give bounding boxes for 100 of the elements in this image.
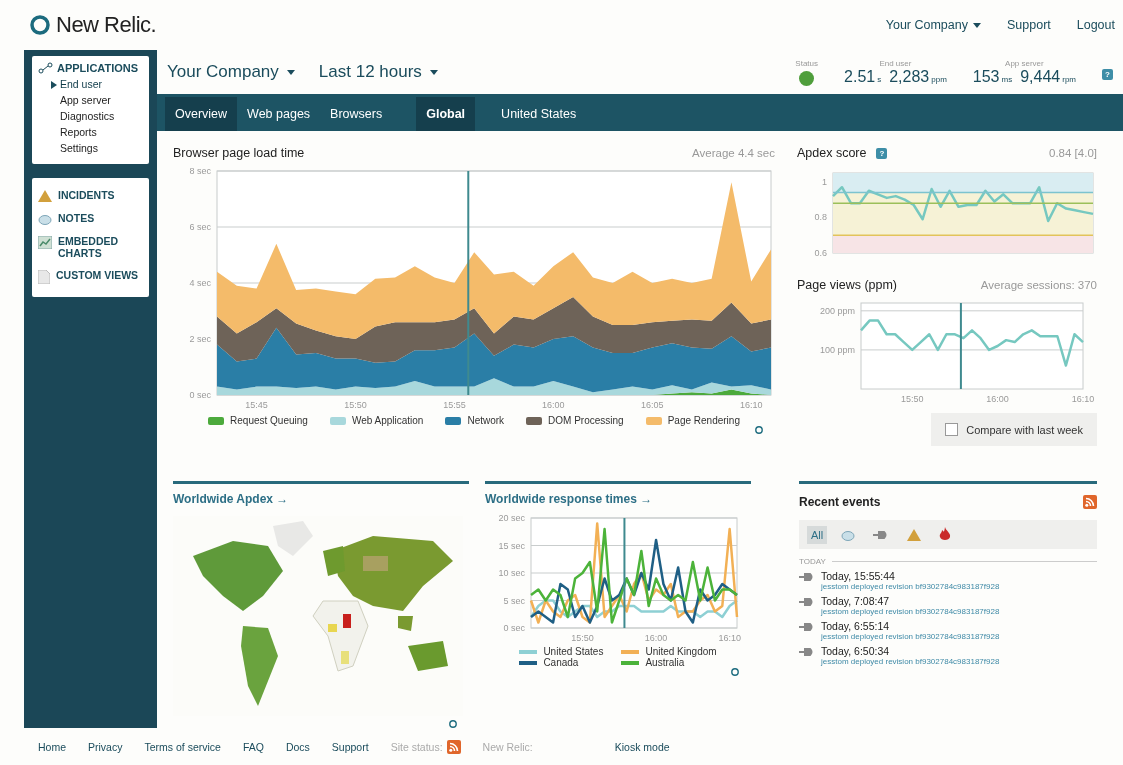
apdex-value: 0.84 [4.0]	[1049, 147, 1097, 159]
axis-label: 8 sec	[189, 166, 211, 176]
help-icon[interactable]: ?	[876, 147, 888, 159]
panel-title: Browser page load time	[173, 146, 305, 160]
axis-label: 0 sec	[189, 390, 211, 400]
axis-label: 200 ppm	[819, 305, 855, 316]
deploy-icon	[799, 623, 815, 631]
warning-triangle-icon	[38, 190, 52, 202]
panel-title: Apdex score	[797, 146, 867, 160]
nav-item[interactable]: INCIDENTS	[58, 189, 115, 201]
nav-item[interactable]: Settings	[38, 140, 143, 156]
axis-label: 15:50	[571, 633, 594, 643]
header-link[interactable]: Logout	[1076, 18, 1115, 32]
nav-item[interactable]: Diagnostics	[38, 108, 143, 124]
axis-label: 6 sec	[189, 222, 211, 232]
axis-label: 100 ppm	[819, 344, 855, 355]
axis-label: 0.6	[814, 248, 827, 258]
group-label: TODAY	[799, 557, 826, 566]
axis-label: 0 sec	[503, 623, 525, 633]
stat-value: 2,283	[889, 67, 930, 85]
nav-item[interactable]: NOTES	[58, 212, 95, 224]
status-icon	[799, 70, 815, 86]
footer-link[interactable]: FAQ	[242, 740, 264, 753]
footer-link[interactable]: Privacy	[88, 740, 123, 753]
applications-icon	[38, 62, 54, 74]
logo-icon	[30, 15, 50, 35]
nav-item[interactable]: EMBEDDED CHARTS	[58, 235, 143, 259]
footer-link[interactable]: Terms of service	[144, 740, 221, 753]
legend-label: United States	[543, 646, 604, 657]
panel-title: Page views (ppm)	[797, 278, 898, 292]
footer-link[interactable]: Docs	[285, 740, 310, 753]
panel-link[interactable]: Worldwide response times →	[485, 492, 751, 506]
legend-label: Web Application	[351, 415, 424, 426]
axis-label: 5 sec	[503, 595, 525, 606]
stat-label: App server	[1005, 58, 1044, 68]
axis-label: 15:50	[344, 400, 367, 410]
compare-checkbox[interactable]: Compare with last week	[931, 413, 1097, 446]
axis-label: 15:55	[443, 400, 466, 410]
tab[interactable]: Web pages	[237, 97, 321, 131]
legend-label: DOM Processing	[548, 415, 624, 426]
flame-icon	[939, 527, 952, 542]
footer-link[interactable]: Kiosk mode	[614, 740, 670, 753]
legend-label: United Kingdom	[645, 646, 717, 657]
axis-label: 0.8	[814, 212, 827, 223]
deploy-icon	[799, 598, 815, 606]
footer-link[interactable]: Home	[38, 740, 66, 753]
account-menu[interactable]: Your Company	[885, 18, 981, 32]
footer-link[interactable]: Support	[331, 740, 369, 753]
event-time: Today, 6:55:14	[821, 620, 891, 632]
rss-icon[interactable]	[1083, 495, 1097, 509]
axis-label: 16:00	[542, 400, 565, 410]
cloud-icon	[38, 213, 52, 225]
legend-label: Page Rendering	[667, 415, 740, 426]
average-label: Average 4.4 sec	[692, 147, 775, 159]
checkbox[interactable]	[945, 423, 959, 436]
site-status-label: Site status:	[390, 740, 443, 753]
nav-item[interactable]: App server	[38, 92, 143, 108]
nav-item[interactable]: End user	[38, 76, 143, 92]
warning-triangle-icon	[907, 528, 922, 541]
rss-icon[interactable]	[446, 739, 461, 754]
time-range-dropdown[interactable]: Last 12 hours	[318, 62, 438, 82]
help-icon[interactable]: ?	[1102, 68, 1113, 80]
filter-button[interactable]: All	[807, 525, 828, 544]
region-tab[interactable]: United States	[491, 97, 587, 131]
section-title: APPLICATIONS	[57, 62, 139, 74]
average-label: Average sessions: 370	[980, 279, 1097, 291]
axis-label: 15:45	[245, 400, 268, 410]
stat-unit: rpm	[1062, 74, 1076, 84]
caret-icon	[973, 22, 981, 28]
deploy-icon	[799, 573, 815, 581]
axis-label: 10 sec	[498, 568, 525, 578]
stat-value: 2.51	[844, 67, 876, 85]
axis-label: 15:50	[900, 394, 924, 404]
cloud-icon	[841, 528, 856, 541]
legend-label: Request Queuing	[230, 415, 308, 426]
axis-label: 1	[822, 176, 827, 187]
header-link[interactable]: Support	[1007, 18, 1051, 32]
region-tab[interactable]: Global	[416, 97, 476, 131]
event-link[interactable]: jesstom deployed revision bf9302784c983187f928	[821, 657, 1000, 666]
stat-label: Status	[795, 58, 819, 68]
axis-label: 4 sec	[189, 278, 211, 288]
axis-label: 15 sec	[498, 540, 525, 551]
document-icon	[38, 270, 50, 284]
event-link[interactable]: jesstom deployed revision bf9302784c983187f928	[821, 632, 1000, 641]
legend-label: Australia	[645, 657, 685, 668]
axis-label: 2 sec	[189, 334, 211, 344]
nav-item[interactable]: CUSTOM VIEWS	[56, 269, 139, 281]
axis-label: 16:05	[641, 400, 664, 410]
logo-icon	[449, 720, 457, 728]
tab[interactable]: Browsers	[320, 97, 393, 131]
event-link[interactable]: jesstom deployed revision bf9302784c983187f928	[821, 582, 1000, 591]
deploy-icon	[799, 648, 815, 656]
logo-icon	[755, 426, 763, 434]
tab[interactable]: Overview	[165, 97, 238, 131]
legend-label: Canada	[543, 657, 579, 668]
account-dropdown[interactable]: Your Company	[167, 62, 295, 82]
stat-unit: s	[877, 74, 882, 84]
panel-link[interactable]: Worldwide Apdex →	[173, 492, 469, 506]
event-link[interactable]: jesstom deployed revision bf9302784c983187f928	[821, 607, 1000, 616]
nav-item[interactable]: Reports	[38, 124, 143, 140]
